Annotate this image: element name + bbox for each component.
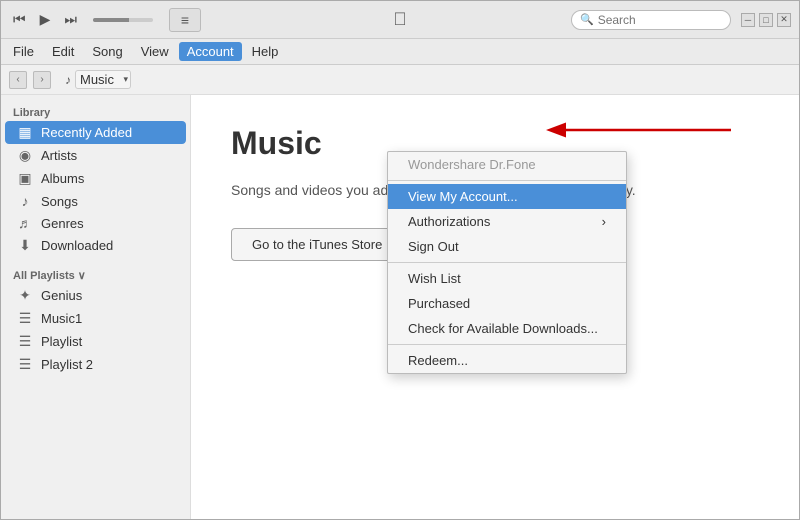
account-menu-view-account[interactable]: View My Account...	[388, 184, 626, 209]
music-dropdown[interactable]: Music	[75, 70, 131, 89]
recently-added-icon: ▦	[17, 124, 33, 141]
note-icon: ♪	[65, 73, 71, 87]
search-icon: 🔍	[580, 13, 594, 26]
genius-icon: ✦	[17, 287, 33, 304]
apple-logo: 	[393, 9, 407, 30]
albums-label: Albums	[41, 171, 84, 186]
sidebar-item-recently-added[interactable]: ▦ Recently Added	[5, 121, 186, 144]
music1-icon: ☰	[17, 310, 33, 327]
account-menu-check-downloads[interactable]: Check for Available Downloads...	[388, 316, 626, 341]
main-window: ⏮ ▶ ⏭  ≡ 🔍 ─ □ ✕ File Edit Song View Ac…	[0, 0, 800, 520]
main-layout: Library ▦ Recently Added ◉ Artists ▣ Alb…	[1, 95, 799, 519]
songs-icon: ♪	[17, 193, 33, 209]
divider-1	[388, 180, 626, 181]
menu-edit[interactable]: Edit	[44, 42, 82, 61]
downloaded-label: Downloaded	[41, 238, 113, 253]
search-box: 🔍	[571, 10, 731, 30]
rewind-button[interactable]: ⏮	[9, 9, 30, 30]
library-section-label: Library	[1, 103, 190, 121]
account-menu-redeem[interactable]: Redeem...	[388, 348, 626, 373]
search-input[interactable]	[598, 13, 718, 27]
submenu-arrow-icon: ›	[602, 214, 606, 229]
downloaded-icon: ⬇	[17, 237, 33, 254]
back-button[interactable]: ‹	[9, 71, 27, 89]
nav-bar: ‹ › ♪ Music ▾	[1, 65, 799, 95]
menu-song[interactable]: Song	[84, 42, 130, 61]
transport-controls: ⏮ ▶ ⏭	[9, 9, 81, 30]
playlists-section-label[interactable]: All Playlists ∨	[1, 265, 190, 284]
menu-file[interactable]: File	[5, 42, 42, 61]
list-view-button[interactable]: ≡	[169, 8, 201, 32]
music-selector[interactable]: Music ▾	[75, 70, 131, 89]
sidebar-item-genius[interactable]: ✦ Genius	[5, 284, 186, 307]
artists-label: Artists	[41, 148, 77, 163]
account-dropdown-menu: Wondershare Dr.Fone View My Account... A…	[387, 151, 627, 374]
divider-2	[388, 262, 626, 263]
account-menu-wish-list[interactable]: Wish List	[388, 266, 626, 291]
playlist2-label: Playlist 2	[41, 357, 93, 372]
music-nav: ♪ Music ▾	[65, 70, 131, 89]
forward-button[interactable]: ›	[33, 71, 51, 89]
divider-3	[388, 344, 626, 345]
play-button[interactable]: ▶	[36, 9, 55, 30]
sidebar-item-genres[interactable]: ♬ Genres	[5, 212, 186, 234]
recently-added-label: Recently Added	[41, 125, 132, 140]
genres-icon: ♬	[17, 215, 33, 231]
forward-button[interactable]: ⏭	[60, 9, 81, 30]
menu-view[interactable]: View	[133, 42, 177, 61]
menu-account[interactable]: Account	[179, 42, 242, 61]
account-menu-authorizations[interactable]: Authorizations ›	[388, 209, 626, 234]
sidebar-item-albums[interactable]: ▣ Albums	[5, 167, 186, 190]
sidebar-item-songs[interactable]: ♪ Songs	[5, 190, 186, 212]
albums-icon: ▣	[17, 170, 33, 187]
sidebar-item-artists[interactable]: ◉ Artists	[5, 144, 186, 167]
dropdown-overlay: Wondershare Dr.Fone View My Account... A…	[191, 95, 799, 519]
sidebar-item-playlist[interactable]: ☰ Playlist	[5, 330, 186, 353]
artists-icon: ◉	[17, 147, 33, 164]
playlist-icon: ☰	[17, 333, 33, 350]
music1-label: Music1	[41, 311, 82, 326]
title-bar: ⏮ ▶ ⏭  ≡ 🔍 ─ □ ✕	[1, 1, 799, 39]
authorizations-label: Authorizations	[408, 214, 490, 229]
sidebar: Library ▦ Recently Added ◉ Artists ▣ Alb…	[1, 95, 191, 519]
arrow-annotation	[391, 105, 751, 155]
menu-bar: File Edit Song View Account Help	[1, 39, 799, 65]
songs-label: Songs	[41, 194, 78, 209]
menu-help[interactable]: Help	[244, 42, 287, 61]
minimize-button[interactable]: ─	[741, 13, 755, 27]
genius-label: Genius	[41, 288, 82, 303]
volume-slider[interactable]	[93, 18, 153, 22]
maximize-button[interactable]: □	[759, 13, 773, 27]
close-button[interactable]: ✕	[777, 13, 791, 27]
genres-label: Genres	[41, 216, 84, 231]
playlist2-icon: ☰	[17, 356, 33, 373]
account-menu-purchased[interactable]: Purchased	[388, 291, 626, 316]
account-username: Wondershare Dr.Fone	[388, 152, 626, 177]
playlist-label: Playlist	[41, 334, 82, 349]
content-area: Music Songs and videos you add to iTunes…	[191, 95, 799, 519]
window-controls: ─ □ ✕	[741, 13, 791, 27]
account-menu-sign-out[interactable]: Sign Out	[388, 234, 626, 259]
sidebar-item-music1[interactable]: ☰ Music1	[5, 307, 186, 330]
sidebar-item-downloaded[interactable]: ⬇ Downloaded	[5, 234, 186, 257]
sidebar-item-playlist2[interactable]: ☰ Playlist 2	[5, 353, 186, 376]
